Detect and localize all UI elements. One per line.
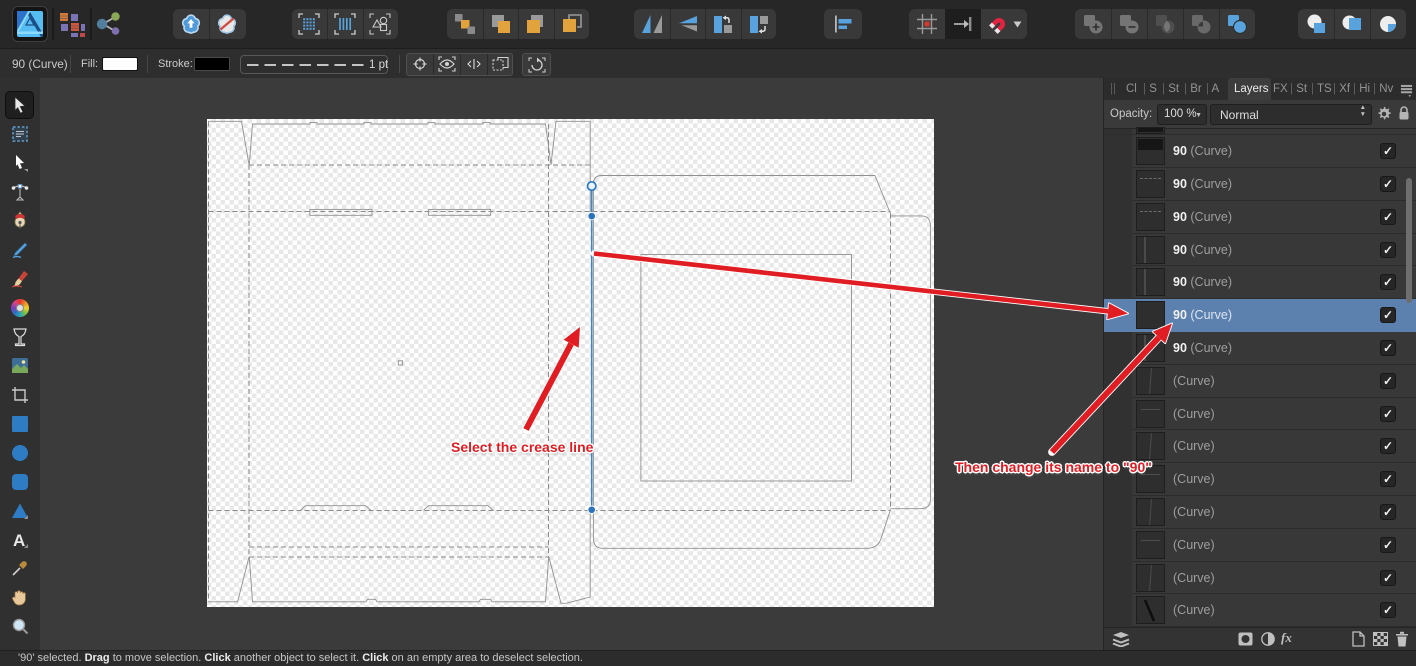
svg-text:A: A: [13, 531, 25, 549]
